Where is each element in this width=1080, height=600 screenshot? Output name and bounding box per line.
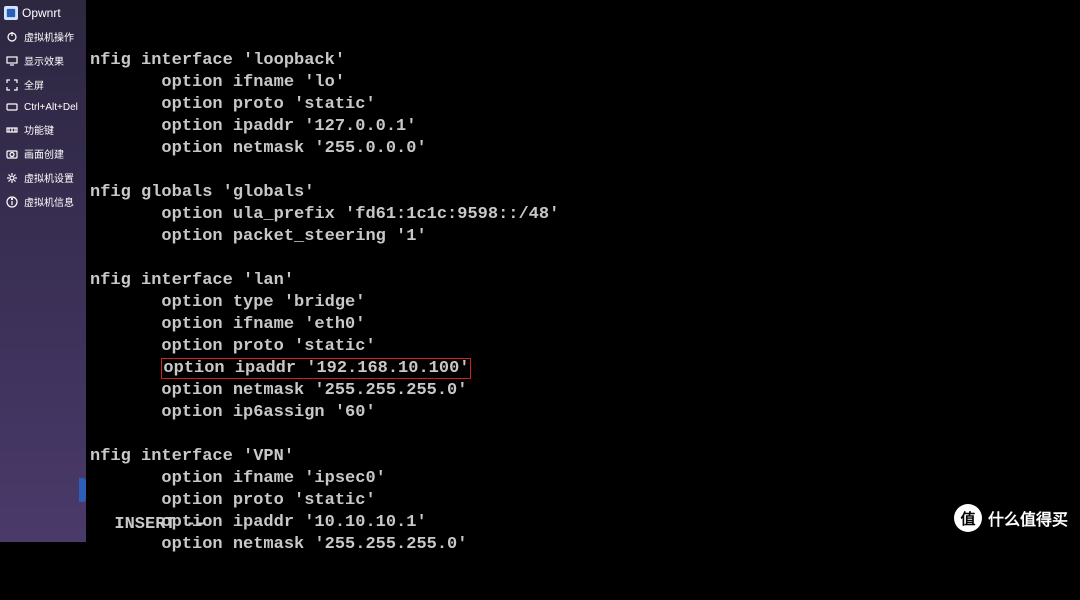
gear-icon — [6, 172, 18, 184]
sidebar-item-ctrlaltdel[interactable]: Ctrl+Alt+Del — [0, 98, 86, 116]
sidebar-item-label: 虚拟机设置 — [24, 170, 74, 185]
terminal-line — [86, 424, 1080, 446]
sidebar-item-label: 全屏 — [24, 77, 44, 92]
watermark: 值 什么值得买 — [954, 504, 1068, 532]
terminal-line: option ifname 'lo' — [86, 72, 1080, 94]
sidebar-item-vm-ops[interactable]: 虚拟机操作 — [0, 26, 86, 47]
terminal-line: option proto 'static' — [86, 336, 1080, 358]
terminal-line: option ifname 'eth0' — [86, 314, 1080, 336]
sidebar-item-label: 功能键 — [24, 122, 54, 137]
sidebar-item-display[interactable]: 显示效果 — [0, 50, 86, 71]
vm-title: Opwnrt — [22, 6, 61, 20]
sidebar-item-label: 虚拟机操作 — [24, 29, 74, 44]
sidebar-item-fnkeys[interactable]: 功能键 — [0, 119, 86, 140]
sidebar-item-vm-info[interactable]: 虚拟机信息 — [0, 191, 86, 212]
vim-status-line: INSERT -- — [94, 514, 206, 536]
sidebar-item-label: Ctrl+Alt+Del — [24, 102, 78, 113]
terminal-line: option ula_prefix 'fd61:1c1c:9598::/48' — [86, 204, 1080, 226]
sidebar-expand-tab[interactable] — [79, 478, 86, 502]
sidebar-item-label: 显示效果 — [24, 53, 64, 68]
terminal-line: nfig interface 'VPN' — [86, 446, 1080, 468]
terminal-line: option proto 'static' — [86, 94, 1080, 116]
vm-app-icon — [4, 6, 18, 20]
terminal-content: nfig interface 'loopback' option ifname … — [86, 50, 1080, 556]
terminal-line: nfig globals 'globals' — [86, 182, 1080, 204]
sidebar-item-fullscreen[interactable]: 全屏 — [0, 74, 86, 95]
sidebar-item-label: 画面创建 — [24, 146, 64, 161]
terminal-line: option netmask '255.255.255.0' — [86, 534, 1080, 556]
vm-title-row: Opwnrt — [0, 4, 86, 26]
watermark-badge: 值 — [954, 504, 982, 532]
terminal-line: option type 'bridge' — [86, 292, 1080, 314]
terminal-line: option ipaddr '127.0.0.1' — [86, 116, 1080, 138]
terminal-line: option netmask '255.0.0.0' — [86, 138, 1080, 160]
power-icon — [6, 31, 18, 43]
sidebar-item-vm-settings[interactable]: 虚拟机设置 — [0, 167, 86, 188]
terminal-line: option packet_steering '1' — [86, 226, 1080, 248]
terminal-line — [86, 160, 1080, 182]
terminal-line: option ipaddr '192.168.10.100' — [86, 358, 1080, 380]
highlighted-config-line: option ipaddr '192.168.10.100' — [161, 358, 471, 379]
info-icon — [6, 196, 18, 208]
terminal-line: option ifname 'ipsec0' — [86, 468, 1080, 490]
watermark-text: 什么值得买 — [988, 506, 1068, 530]
terminal-line: option netmask '255.255.255.0' — [86, 380, 1080, 402]
terminal-line: option ip6assign '60' — [86, 402, 1080, 424]
terminal-line: option proto 'static' — [86, 490, 1080, 512]
fullscreen-icon — [6, 79, 18, 91]
terminal-line: nfig interface 'loopback' — [86, 50, 1080, 72]
keyboard-icon — [6, 101, 18, 113]
terminal-line — [86, 248, 1080, 270]
terminal-line: nfig interface 'lan' — [86, 270, 1080, 292]
snapshot-icon — [6, 148, 18, 160]
terminal-console[interactable]: nfig interface 'loopback' option ifname … — [86, 0, 1080, 542]
display-icon — [6, 55, 18, 67]
vm-sidebar: Opwnrt 虚拟机操作 显示效果 全屏 Ctrl+Alt+Del 功能键 画面… — [0, 0, 86, 542]
terminal-line: option ipaddr '10.10.10.1' — [86, 512, 1080, 534]
keys-icon — [6, 124, 18, 136]
sidebar-item-label: 虚拟机信息 — [24, 194, 74, 209]
sidebar-item-snapshot[interactable]: 画面创建 — [0, 143, 86, 164]
